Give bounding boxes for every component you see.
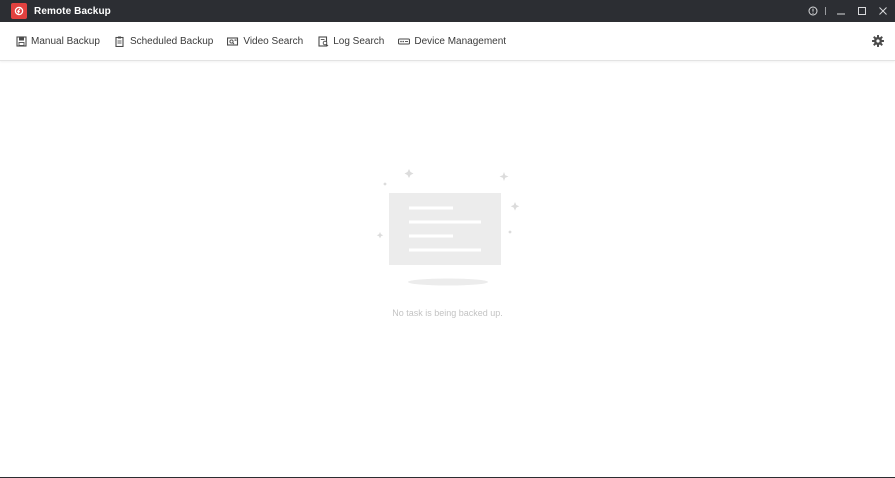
toolbar-item-label: Device Management [414, 35, 507, 47]
toolbar-item-label: Scheduled Backup [129, 35, 214, 47]
remote-backup-window: Remote Backup Manual Backup Scheduled Ba… [0, 0, 895, 478]
title-bar: Remote Backup [0, 0, 895, 22]
log-search-icon [317, 35, 329, 47]
gear-icon[interactable] [872, 35, 884, 47]
window-title: Remote Backup [34, 5, 111, 17]
device-icon [398, 35, 411, 47]
toolbar-item-device-management[interactable]: Device Management [398, 22, 506, 60]
video-search-icon [227, 35, 239, 47]
toolbar-item-manual-backup[interactable]: Manual Backup [15, 22, 100, 60]
empty-state-message: No task is being backed up. [392, 308, 503, 318]
toolbar-item-scheduled-backup[interactable]: Scheduled Backup [114, 22, 213, 60]
toolbar-item-label: Log Search [333, 35, 385, 47]
toolbar-item-label: Manual Backup [31, 35, 100, 47]
toolbar-item-video-search[interactable]: Video Search [227, 22, 303, 60]
maximize-icon[interactable] [855, 0, 869, 22]
window-controls [805, 0, 895, 22]
clipboard-schedule-icon [114, 35, 126, 47]
toolbar-item-label: Video Search [243, 35, 304, 47]
toolbar: Manual Backup Scheduled Backup Video Sea… [0, 22, 895, 61]
toolbar-item-log-search[interactable]: Log Search [317, 22, 384, 60]
controls-separator [825, 7, 826, 15]
app-logo-icon [11, 3, 27, 19]
floppy-disk-icon [15, 35, 27, 47]
empty-document-icon [371, 165, 527, 290]
info-circle-icon[interactable] [805, 0, 821, 22]
close-icon[interactable] [876, 0, 890, 22]
minimize-icon[interactable] [834, 0, 848, 22]
